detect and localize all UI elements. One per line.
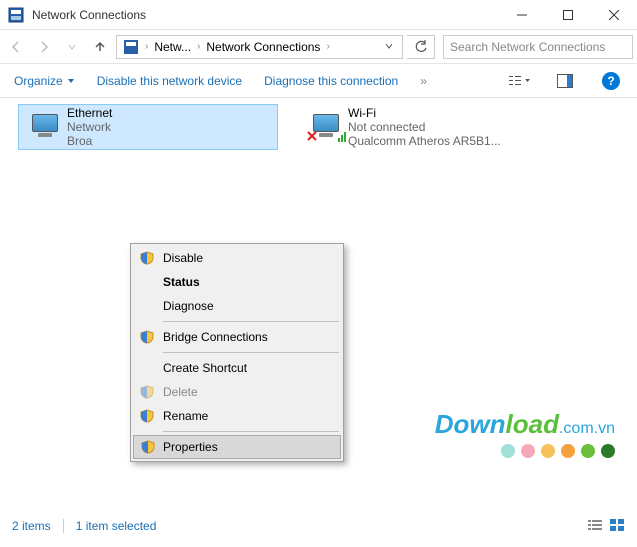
diagnose-button[interactable]: Diagnose this connection: [264, 74, 398, 88]
ctx-bridge[interactable]: Bridge Connections: [133, 325, 341, 349]
ctx-separator: [163, 431, 339, 432]
maximize-button[interactable]: [545, 0, 591, 29]
watermark-logo: Download.com.vn: [435, 409, 615, 440]
watermark-dots: [435, 444, 615, 458]
shield-icon: [140, 439, 156, 455]
ctx-properties[interactable]: Properties: [133, 435, 341, 459]
shield-icon: [139, 329, 155, 345]
search-placeholder: Search Network Connections: [450, 40, 605, 54]
chevron-right-icon: ›: [324, 41, 331, 52]
chevron-right-icon: ›: [143, 41, 150, 52]
refresh-button[interactable]: [407, 35, 435, 59]
minimize-button[interactable]: [499, 0, 545, 29]
ctx-separator: [163, 321, 339, 322]
toolbar-overflow[interactable]: »: [420, 74, 427, 88]
watermark: Download.com.vn: [435, 409, 615, 458]
breadcrumb[interactable]: › Netw... › Network Connections ›: [116, 35, 403, 59]
chevron-right-icon: ›: [195, 41, 202, 52]
status-selected-count: 1 item selected: [76, 519, 157, 533]
view-options-button[interactable]: [507, 74, 531, 88]
window-title: Network Connections: [32, 8, 499, 22]
adapter-status: Network: [67, 120, 112, 134]
ctx-disable[interactable]: Disable: [133, 246, 341, 270]
help-icon: ?: [602, 72, 620, 90]
adapter-ethernet[interactable]: Ethernet Network Broa: [18, 104, 278, 150]
breadcrumb-icon: [123, 39, 139, 55]
ctx-rename[interactable]: Rename: [133, 404, 341, 428]
adapter-status: Not connected: [348, 120, 501, 134]
up-button[interactable]: [88, 35, 112, 59]
shield-icon: [139, 408, 155, 424]
preview-pane-button[interactable]: [553, 74, 577, 88]
close-button[interactable]: [591, 0, 637, 29]
ctx-status[interactable]: Status: [133, 270, 341, 294]
recent-dropdown[interactable]: [60, 35, 84, 59]
ctx-delete: Delete: [133, 380, 341, 404]
help-button[interactable]: ?: [599, 72, 623, 90]
status-item-count: 2 items: [12, 519, 51, 533]
app-icon: [8, 7, 24, 23]
breadcrumb-dropdown[interactable]: [378, 40, 400, 54]
wifi-icon: [304, 106, 348, 148]
ctx-diagnose[interactable]: Diagnose: [133, 294, 341, 318]
toolbar: Organize Disable this network device Dia…: [0, 64, 637, 98]
context-menu: Disable Status Diagnose Bridge Connectio…: [130, 243, 344, 462]
nav-bar: › Netw... › Network Connections › Search…: [0, 30, 637, 64]
adapter-wifi[interactable]: Wi-Fi Not connected Qualcomm Atheros AR5…: [300, 104, 560, 150]
shield-icon: [139, 384, 155, 400]
window-buttons: [499, 0, 637, 29]
large-icons-view-button[interactable]: [609, 518, 625, 535]
adapter-device: Qualcomm Atheros AR5B1...: [348, 134, 501, 148]
ctx-separator: [163, 352, 339, 353]
status-separator: [63, 519, 64, 533]
status-bar: 2 items 1 item selected: [0, 515, 637, 537]
breadcrumb-seg-1[interactable]: Netw...: [150, 40, 195, 54]
breadcrumb-seg-2[interactable]: Network Connections: [202, 40, 324, 54]
back-button[interactable]: [4, 35, 28, 59]
forward-button[interactable]: [32, 35, 56, 59]
organize-menu[interactable]: Organize: [14, 74, 75, 88]
search-input[interactable]: Search Network Connections: [443, 35, 633, 59]
titlebar: Network Connections: [0, 0, 637, 30]
ethernet-icon: [23, 107, 67, 147]
content-area[interactable]: Ethernet Network Broa Wi-Fi Not connecte…: [0, 98, 637, 498]
adapter-device: Broa: [67, 134, 112, 148]
shield-icon: [139, 250, 155, 266]
disable-device-button[interactable]: Disable this network device: [97, 74, 242, 88]
adapter-name: Ethernet: [67, 106, 112, 120]
adapter-name: Wi-Fi: [348, 106, 501, 120]
details-view-button[interactable]: [587, 518, 603, 535]
ctx-shortcut[interactable]: Create Shortcut: [133, 356, 341, 380]
